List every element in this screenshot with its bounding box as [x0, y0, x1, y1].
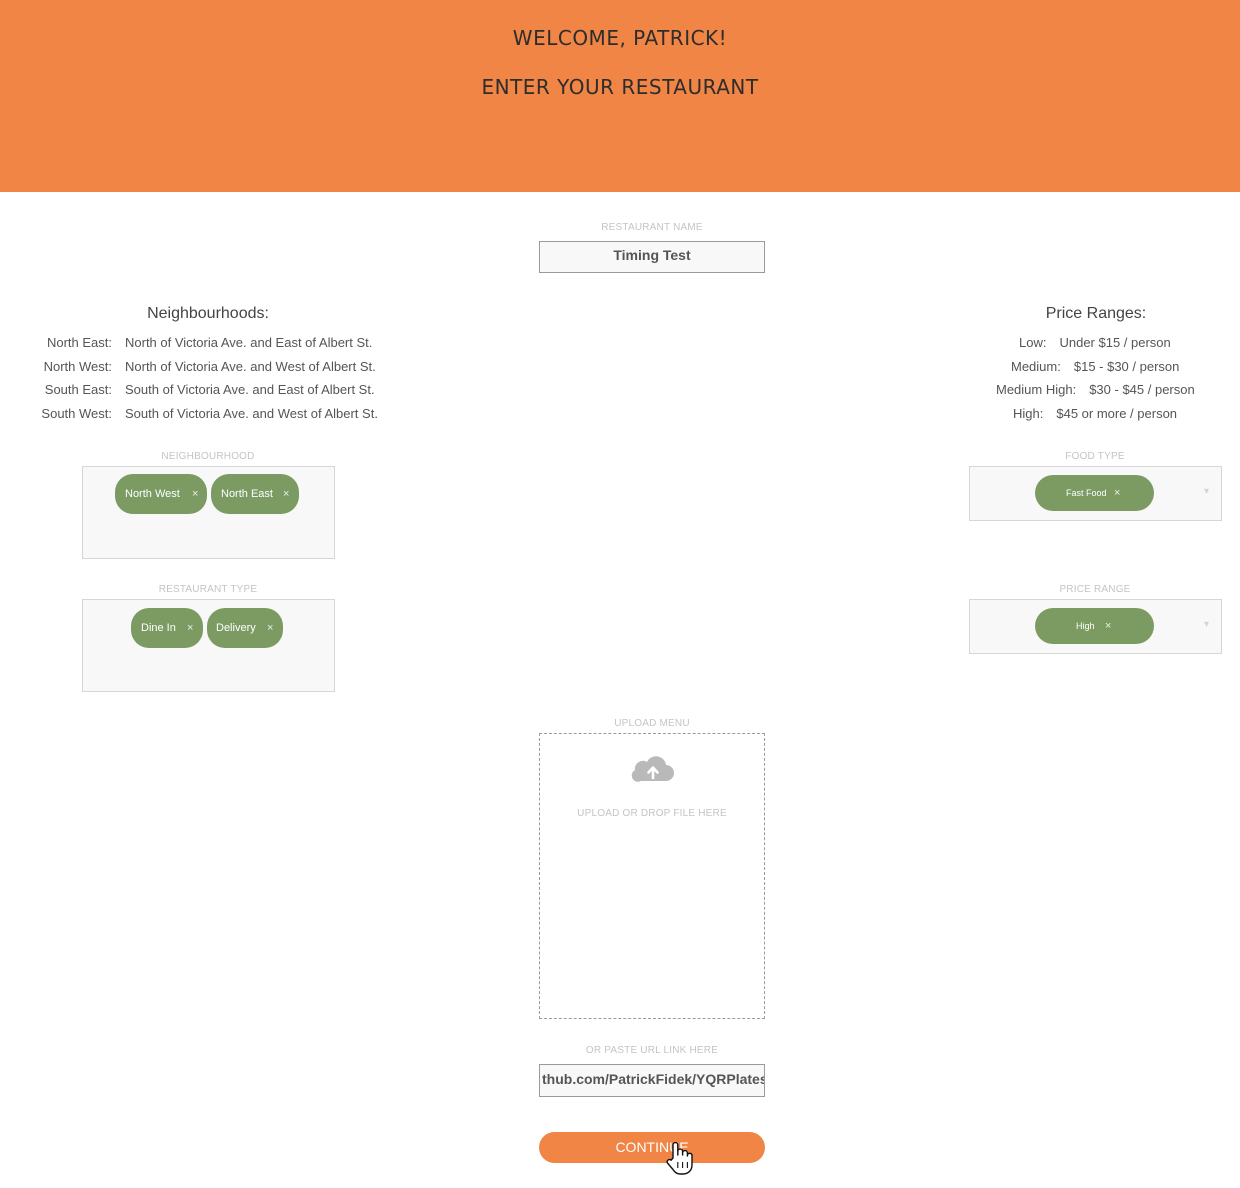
neighbourhood-multiselect[interactable]: North West × North East × [82, 466, 335, 559]
price-range-info-row: Medium: $15 - $30 / person [1011, 359, 1180, 374]
price-range-chip: High × [1035, 608, 1154, 644]
neighbourhood-info-row: North East: North of Victoria Ave. and Ea… [46, 335, 373, 350]
restaurant-type-chip: Delivery × [207, 608, 283, 648]
food-type-chip: Fast Food × [1035, 475, 1154, 511]
restaurant-type-chip: Dine In × [131, 608, 203, 648]
chip-remove-icon[interactable]: × [1105, 608, 1111, 644]
upload-menu-label: UPLOAD MENU [614, 718, 690, 729]
food-type-multiselect[interactable]: Fast Food × ▾ [969, 466, 1222, 521]
neighbourhood-info-row: South East: South of Victoria Ave. and Ea… [44, 382, 375, 397]
url-input[interactable]: thub.com/PatrickFidek/YQRPlates [539, 1064, 765, 1097]
price-range-label: PRICE RANGE [1059, 584, 1131, 595]
page-subtitle: ENTER YOUR RESTAURANT [481, 75, 759, 99]
price-ranges-info-title: Price Ranges: [1045, 305, 1147, 322]
url-label: OR PASTE URL LINK HERE [585, 1045, 719, 1056]
restaurant-type-multiselect[interactable]: Dine In × Delivery × [82, 599, 335, 692]
chevron-down-icon[interactable]: ▾ [1204, 619, 1209, 630]
price-range-select[interactable]: High × ▾ [969, 599, 1222, 654]
restaurant-name-label: RESTAURANT NAME [601, 222, 703, 233]
cloud-upload-icon [631, 756, 675, 787]
restaurant-type-label: RESTAURANT TYPE [158, 584, 258, 595]
chip-remove-icon[interactable]: × [187, 608, 193, 648]
neighbourhood-info-row: South West: South of Victoria Ave. and We… [41, 406, 378, 421]
welcome-heading: WELCOME, PATRICK! [512, 26, 728, 50]
neighbourhood-label: NEIGHBOURHOOD [161, 451, 255, 462]
chip-remove-icon[interactable]: × [267, 608, 273, 648]
neighbourhoods-info-title: Neighbourhoods: [147, 305, 269, 322]
price-range-info-row: Low: Under $15 / person [1019, 335, 1171, 350]
restaurant-name-input[interactable]: Timing Test [539, 241, 765, 273]
price-range-info-row: Medium High: $30 - $45 / person [996, 382, 1195, 397]
upload-dropzone[interactable]: UPLOAD OR DROP FILE HERE [539, 733, 765, 1019]
neighbourhood-chip: North West × [115, 474, 207, 514]
chevron-down-icon[interactable]: ▾ [1204, 486, 1209, 497]
price-range-info-row: High: $45 or more / person [1013, 406, 1178, 421]
continue-button[interactable]: CONTINUE [539, 1132, 765, 1163]
food-type-label: FOOD TYPE [1065, 451, 1125, 462]
hand-cursor-icon [664, 1140, 694, 1181]
neighbourhood-chip: North East × [211, 474, 299, 514]
chip-remove-icon[interactable]: × [1114, 475, 1120, 511]
chip-remove-icon[interactable]: × [283, 474, 289, 514]
neighbourhood-info-row: North West: North of Victoria Ave. and We… [43, 359, 376, 374]
page-header: WELCOME, PATRICK! ENTER YOUR RESTAURANT [0, 0, 1240, 192]
chip-remove-icon[interactable]: × [192, 474, 198, 514]
upload-hint: UPLOAD OR DROP FILE HERE [577, 808, 727, 819]
